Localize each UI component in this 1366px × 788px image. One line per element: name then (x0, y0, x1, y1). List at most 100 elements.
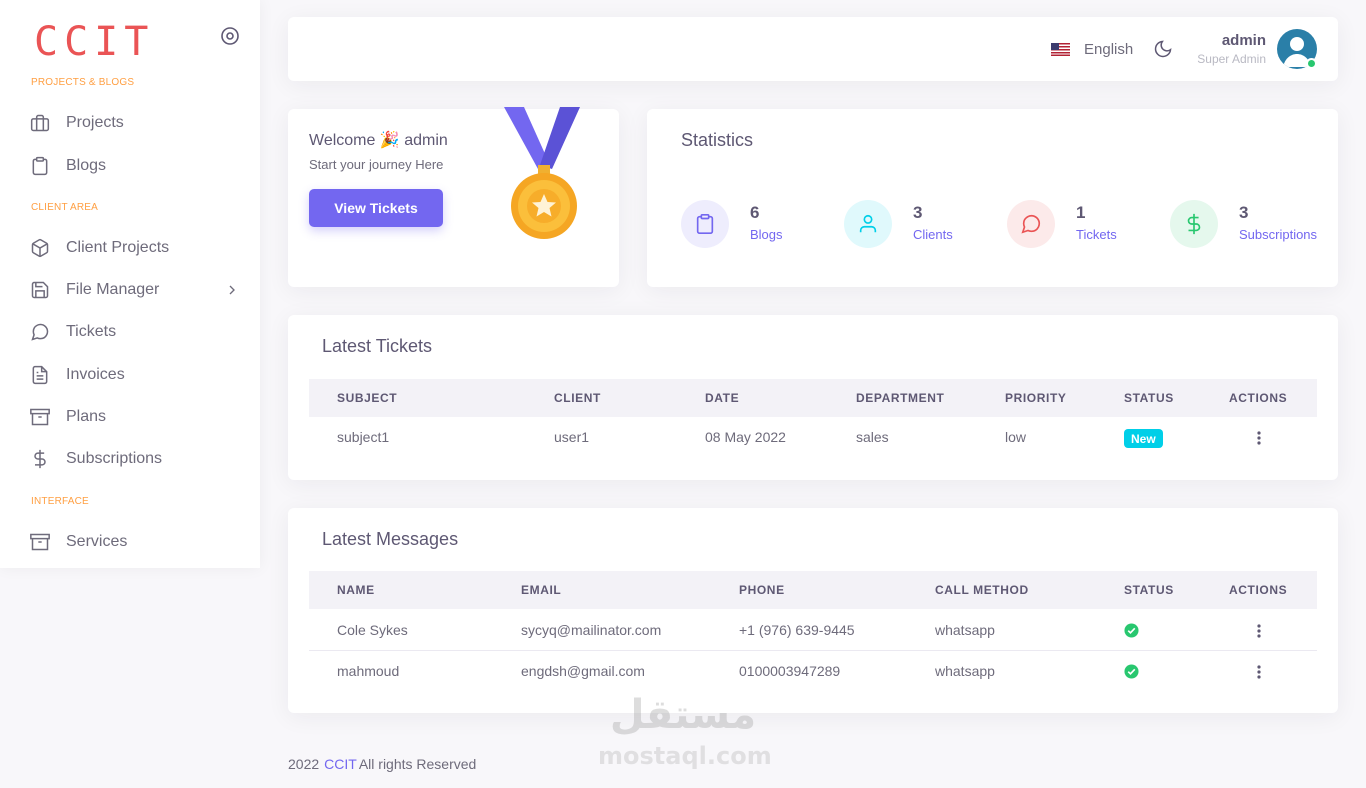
column-header[interactable]: CLIENT (554, 391, 601, 405)
dollar-icon (30, 449, 50, 469)
watermark-latin: mostaql.com (598, 742, 772, 770)
user-role: Super Admin (1197, 52, 1266, 66)
sidebar-item-label: Subscriptions (66, 450, 163, 467)
column-header[interactable]: PHONE (739, 583, 785, 597)
welcome-title: Welcome 🎉 admin (309, 132, 448, 149)
stat-value: 1 (1076, 203, 1086, 222)
chevron-right-icon (224, 282, 240, 298)
section-header-client-area: CLIENT AREA (31, 202, 99, 213)
messages-table-header: NAME EMAIL PHONE CALL METHOD STATUS ACTI… (309, 571, 1317, 609)
top-navbar: English admin Super Admin (288, 17, 1338, 81)
section-header-projects: PROJECTS & BLOGS (31, 77, 135, 88)
column-header[interactable]: EMAIL (521, 583, 561, 597)
online-status-dot (1306, 58, 1317, 69)
stat-label: Tickets (1076, 227, 1117, 242)
moon-icon[interactable] (1153, 39, 1173, 59)
stat-label: Blogs (750, 227, 783, 242)
sidebar-item-client-projects[interactable]: Client Projects (0, 228, 260, 268)
sidebar-item-label: Tickets (66, 323, 117, 340)
sidebar-item-label: Invoices (66, 366, 125, 383)
user-name[interactable]: admin (1222, 32, 1266, 49)
stat-value: 3 (913, 203, 923, 222)
sidebar-item-label: Services (66, 533, 128, 550)
box-icon (30, 238, 50, 258)
column-header[interactable]: DEPARTMENT (856, 391, 944, 405)
statistics-card: Statistics 6 Blogs 3 Clients 1 Tickets 3… (647, 109, 1338, 287)
sidebar-item-label: Blogs (66, 157, 107, 174)
welcome-subtitle: Start your journey Here (309, 157, 444, 172)
sidebar-item-label: Plans (66, 408, 107, 425)
latest-messages-title: Latest Messages (322, 529, 459, 549)
sidebar-item-label: File Manager (66, 281, 160, 298)
status-badge: New (1124, 429, 1163, 448)
tickets-table-header: SUBJECT CLIENT DATE DEPARTMENT PRIORITY … (309, 379, 1317, 417)
sidebar-item-blogs[interactable]: Blogs (0, 146, 260, 186)
check-circle-icon (1124, 664, 1139, 679)
file-text-icon (30, 365, 50, 385)
footer-brand-link[interactable]: CCIT (324, 756, 357, 772)
message-circle-icon (30, 322, 50, 342)
column-header[interactable]: STATUS (1124, 583, 1174, 597)
statistics-title: Statistics (681, 130, 754, 150)
sidebar-item-services[interactable]: Services (0, 522, 260, 562)
column-header[interactable]: PRIORITY (1005, 391, 1066, 405)
sidebar-item-file-manager[interactable]: File Manager (0, 270, 260, 310)
ticket-date: 08 May 2022 (705, 429, 786, 445)
latest-messages-card: Latest Messages NAME EMAIL PHONE CALL ME… (288, 508, 1338, 713)
table-row: subject1 user1 08 May 2022 sales low New (309, 417, 1317, 458)
archive-icon (30, 407, 50, 427)
more-vertical-icon[interactable] (1251, 430, 1267, 446)
footer-year: 2022 (288, 756, 320, 772)
sidebar-item-invoices[interactable]: Invoices (0, 355, 260, 395)
brand-logo[interactable]: CCIT (34, 22, 154, 62)
more-vertical-icon[interactable] (1251, 623, 1267, 639)
column-header[interactable]: CALL METHOD (935, 583, 1029, 597)
message-phone: 0100003947289 (739, 663, 841, 679)
save-icon (30, 280, 50, 300)
latest-tickets-card: Latest Tickets SUBJECT CLIENT DATE DEPAR… (288, 315, 1338, 480)
medal-icon (502, 107, 582, 243)
message-name: mahmoud (337, 663, 400, 679)
us-flag-icon[interactable] (1051, 43, 1070, 56)
message-call-method: whatsapp (935, 622, 995, 638)
ticket-client: user1 (554, 429, 590, 445)
sidebar-item-projects[interactable]: Projects (0, 103, 260, 143)
footer-text: All rights Reserved (358, 756, 477, 772)
message-circle-icon (1007, 200, 1055, 248)
sidebar-item-subscriptions[interactable]: Subscriptions (0, 439, 260, 479)
message-name: Cole Sykes (337, 622, 408, 638)
more-vertical-icon[interactable] (1251, 664, 1267, 680)
latest-tickets-title: Latest Tickets (322, 336, 433, 356)
dollar-icon (1170, 200, 1218, 248)
stat-label: Subscriptions (1239, 227, 1318, 242)
column-header[interactable]: ACTIONS (1229, 391, 1287, 405)
sidebar-item-tickets[interactable]: Tickets (0, 312, 260, 352)
column-header[interactable]: ACTIONS (1229, 583, 1287, 597)
language-selector[interactable]: English (1084, 41, 1133, 58)
check-circle-icon (1124, 623, 1139, 638)
sidebar-item-plans[interactable]: Plans (0, 397, 260, 437)
message-phone: +1 (976) 639-9445 (739, 622, 855, 638)
ticket-subject: subject1 (337, 429, 390, 445)
sidebar-toggle-icon[interactable] (220, 26, 240, 46)
message-call-method: whatsapp (935, 663, 995, 679)
view-tickets-button[interactable]: View Tickets (309, 189, 443, 227)
sidebar-item-label: Client Projects (66, 239, 170, 256)
briefcase-icon (30, 113, 50, 133)
stat-value: 3 (1239, 203, 1249, 222)
archive-icon (30, 532, 50, 552)
sidebar: CCIT PROJECTS & BLOGS Projects Blogs CLI… (0, 0, 260, 568)
message-email: engdsh@gmail.com (521, 663, 645, 679)
footer: 2022 CCIT All rights Reserved (288, 756, 476, 772)
message-email: sycyq@mailinator.com (521, 622, 662, 638)
column-header[interactable]: SUBJECT (337, 391, 397, 405)
clipboard-icon (30, 156, 50, 176)
column-header[interactable]: DATE (705, 391, 739, 405)
table-row: mahmoud engdsh@gmail.com 0100003947289 w… (309, 651, 1317, 692)
ticket-priority: low (1005, 429, 1027, 445)
clipboard-icon (681, 200, 729, 248)
column-header[interactable]: STATUS (1124, 391, 1174, 405)
sidebar-item-label: Projects (66, 114, 124, 131)
column-header[interactable]: NAME (337, 583, 375, 597)
stat-label: Clients (913, 227, 953, 242)
